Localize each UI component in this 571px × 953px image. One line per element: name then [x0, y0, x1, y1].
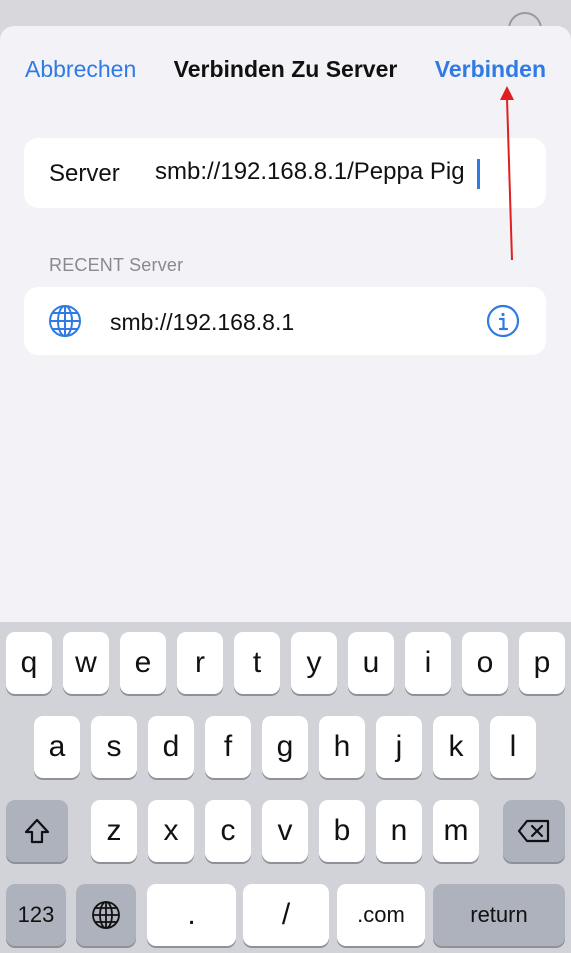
key-j[interactable]: j [376, 716, 422, 778]
key-g[interactable]: g [262, 716, 308, 778]
info-icon[interactable] [486, 304, 520, 338]
text-caret [477, 159, 480, 189]
key-a[interactable]: a [34, 716, 80, 778]
return-key[interactable]: return [433, 884, 565, 946]
key-t[interactable]: t [234, 632, 280, 694]
key-x[interactable]: x [148, 800, 194, 862]
key-l[interactable]: l [490, 716, 536, 778]
slash-key[interactable]: / [243, 884, 329, 946]
server-label: Server [49, 160, 120, 187]
cancel-button[interactable]: Abbrechen [25, 56, 136, 83]
globe-key[interactable] [76, 884, 136, 946]
key-c[interactable]: c [205, 800, 251, 862]
server-field-card: Server [24, 138, 546, 208]
key-i[interactable]: i [405, 632, 451, 694]
numbers-key[interactable]: 123 [6, 884, 66, 946]
shift-key[interactable] [6, 800, 68, 862]
globe-icon [49, 305, 81, 337]
key-m[interactable]: m [433, 800, 479, 862]
key-e[interactable]: e [120, 632, 166, 694]
backspace-icon [517, 819, 550, 843]
key-v[interactable]: v [262, 800, 308, 862]
key-u[interactable]: u [348, 632, 394, 694]
key-h[interactable]: h [319, 716, 365, 778]
key-r[interactable]: r [177, 632, 223, 694]
onscreen-keyboard: q w e r t y u i o p a s d f g h j k l z … [0, 622, 571, 953]
globe-icon [92, 901, 120, 929]
key-s[interactable]: s [91, 716, 137, 778]
dotcom-key[interactable]: .com [337, 884, 425, 946]
period-key[interactable]: . [147, 884, 236, 946]
key-b[interactable]: b [319, 800, 365, 862]
connect-to-server-sheet: Verbinden Zu Server Abbrechen Verbinden … [0, 26, 571, 636]
shift-icon [24, 818, 50, 844]
recent-server-row[interactable]: smb://192.168.8.1 [24, 287, 546, 355]
key-n[interactable]: n [376, 800, 422, 862]
key-z[interactable]: z [91, 800, 137, 862]
server-address-input[interactable] [155, 152, 525, 192]
key-w[interactable]: w [63, 632, 109, 694]
key-o[interactable]: o [462, 632, 508, 694]
key-p[interactable]: p [519, 632, 565, 694]
key-k[interactable]: k [433, 716, 479, 778]
key-d[interactable]: d [148, 716, 194, 778]
key-q[interactable]: q [6, 632, 52, 694]
backspace-key[interactable] [503, 800, 565, 862]
key-f[interactable]: f [205, 716, 251, 778]
connect-button[interactable]: Verbinden [435, 56, 546, 83]
recent-servers-header: RECENT Server [49, 255, 184, 275]
recent-server-address: smb://192.168.8.1 [110, 309, 295, 335]
key-y[interactable]: y [291, 632, 337, 694]
